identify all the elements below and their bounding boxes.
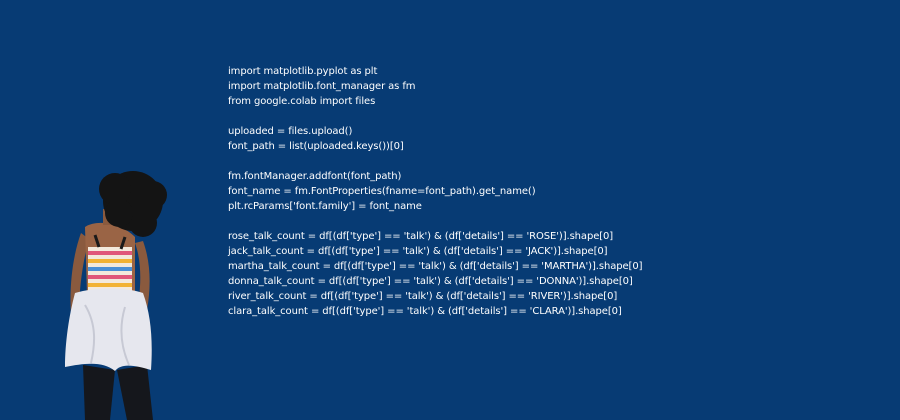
code-line: martha_talk_count = df[(df['type'] == 't… <box>228 261 643 272</box>
code-line: import matplotlib.font_manager as fm <box>228 81 416 92</box>
person-illustration <box>65 171 167 420</box>
code-line: jack_talk_count = df[(df['type'] == 'tal… <box>228 246 608 257</box>
code-line: fm.fontManager.addfont(font_path) <box>228 171 402 182</box>
code-line: from google.colab import files <box>228 96 376 107</box>
code-line: clara_talk_count = df[(df['type'] == 'ta… <box>228 306 622 317</box>
code-line: uploaded = files.upload() <box>228 126 353 137</box>
code-line: plt.rcParams['font.family'] = font_name <box>228 201 422 212</box>
code-line: font_path = list(uploaded.keys())[0] <box>228 141 404 152</box>
code-line: font_name = fm.FontProperties(fname=font… <box>228 186 536 197</box>
code-line: river_talk_count = df[(df['type'] == 'ta… <box>228 291 618 302</box>
code-line: rose_talk_count = df[(df['type'] == 'tal… <box>228 231 614 242</box>
code-snippet: import matplotlib.pyplot as plt import ma… <box>228 64 642 319</box>
code-line: donna_talk_count = df[(df['type'] == 'ta… <box>228 276 633 287</box>
code-line: import matplotlib.pyplot as plt <box>228 66 378 77</box>
slide-background: import matplotlib.pyplot as plt import ma… <box>0 0 900 420</box>
